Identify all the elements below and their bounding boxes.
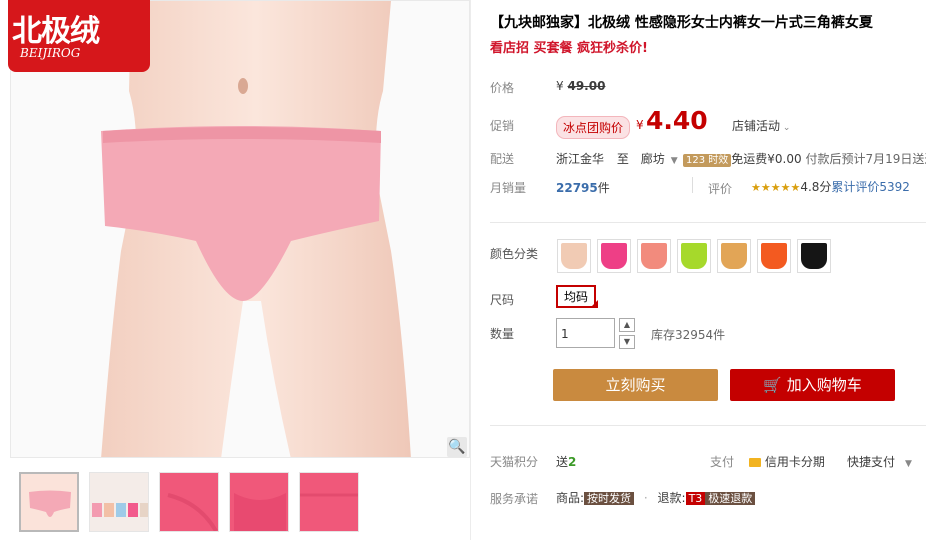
quantity-down-icon[interactable]: ▼ xyxy=(619,335,635,349)
color-swatch[interactable] xyxy=(557,239,591,273)
sale-badge: 冰点团购价 xyxy=(556,116,631,139)
add-to-cart-label: 加入购物车 xyxy=(786,376,862,394)
brand-logo-text: 北极绒 xyxy=(12,14,100,49)
credit-card-icon xyxy=(749,458,761,467)
currency-symbol: ¥ xyxy=(556,79,564,93)
sales-count: 22795 xyxy=(556,181,598,195)
delivery-info: 浙江金华 至 廊坊 ▼ xyxy=(556,150,678,167)
shop-event-dropdown[interactable]: 店铺活动 ⌄ xyxy=(732,117,790,134)
fast-refund-tag[interactable]: 极速退款 xyxy=(705,492,756,505)
sale-label: 促销 xyxy=(490,119,515,133)
delivery-detail: 123 时效 免运费¥0.00 付款后预计7月19日送达 xyxy=(683,150,926,167)
thumbnail-image xyxy=(160,473,218,531)
rating-score: 4.8分 xyxy=(800,180,832,194)
brand-logo-sub: BEIJIROG xyxy=(20,46,81,60)
monthly-sales: 22795件 xyxy=(556,179,610,196)
total-reviews: 累计评价5392 xyxy=(831,180,910,194)
goods-label: 商品: xyxy=(556,491,585,505)
quick-pay-label: 快捷支付 xyxy=(847,455,896,469)
credit-installment[interactable]: 信用卡分期 xyxy=(749,453,825,470)
color-swatch[interactable] xyxy=(677,239,711,273)
swatch-image xyxy=(561,243,587,269)
quick-pay-dropdown[interactable]: 快捷支付 ▼ xyxy=(847,453,912,470)
promo-text: 看店招 买套餐 疯狂秒杀价! xyxy=(490,41,648,56)
points-value: 送2 xyxy=(556,453,576,470)
thumbnail-image xyxy=(230,473,288,531)
section-divider xyxy=(490,425,926,426)
color-label: 颜色分类 xyxy=(490,247,539,261)
thumbnail-2[interactable] xyxy=(89,472,149,532)
review-summary[interactable]: ★★★★★4.8分累计评价5392 xyxy=(751,178,910,195)
thumbnail-1[interactable] xyxy=(19,472,79,532)
color-swatch[interactable] xyxy=(757,239,791,273)
zoom-icon[interactable]: 🔍 xyxy=(447,437,467,457)
thumbnail-3[interactable] xyxy=(159,472,219,532)
ship-to-word: 至 xyxy=(616,152,629,166)
cart-icon: 🛒 xyxy=(763,376,782,394)
color-swatch[interactable] xyxy=(597,239,631,273)
rating-stars: ★★★★★ xyxy=(751,181,801,194)
section-divider xyxy=(490,222,926,223)
product-title: 【九块邮独家】北极绒 性感隐形女士内裤女一片式三角裤女夏 xyxy=(490,15,873,31)
triangle-down-icon[interactable]: ▼ xyxy=(671,156,678,166)
quantity-label: 数量 xyxy=(490,327,515,341)
thumbnail-5[interactable] xyxy=(299,472,359,532)
sales-unit: 件 xyxy=(597,181,610,195)
thumbnail-image xyxy=(21,474,77,530)
points-label: 天猫积分 xyxy=(490,455,539,469)
service-separator: · xyxy=(643,491,648,505)
pay-label: 支付 xyxy=(710,455,735,469)
ship-to-city[interactable]: 廊坊 xyxy=(641,152,665,166)
refund-prefix-tag: T3 xyxy=(685,492,706,505)
chevron-down-icon: ⌄ xyxy=(780,123,791,133)
quantity-input[interactable]: 1 xyxy=(556,318,615,348)
swatch-image xyxy=(801,243,827,269)
swatch-image xyxy=(721,243,747,269)
delivery-time-tag: 123 时效 xyxy=(683,154,732,167)
review-label: 评价 xyxy=(708,182,733,196)
quantity-up-icon[interactable]: ▲ xyxy=(619,318,635,332)
points-text: 送 xyxy=(556,455,569,469)
color-swatch[interactable] xyxy=(637,239,671,273)
stock-text: 库存32954件 xyxy=(651,328,726,342)
swatch-image xyxy=(601,243,627,269)
sale-price: 4.40 xyxy=(646,106,708,135)
sale-currency: ¥ xyxy=(636,118,644,132)
original-price-value: 49.00 xyxy=(567,79,606,93)
triangle-down-icon: ▼ xyxy=(905,459,912,469)
points-amount: 2 xyxy=(568,455,577,469)
color-swatch[interactable] xyxy=(797,239,831,273)
panel-divider xyxy=(470,0,471,540)
delivery-estimate: 付款后预计7月19日送达 xyxy=(805,152,926,166)
thumbnail-image xyxy=(300,473,358,531)
sales-divider xyxy=(692,177,693,193)
size-label: 尺码 xyxy=(490,293,515,307)
sales-label: 月销量 xyxy=(490,181,527,195)
selected-check-icon xyxy=(590,300,598,308)
credit-label: 信用卡分期 xyxy=(764,455,825,469)
ship-from: 浙江金华 xyxy=(556,152,605,166)
thumbnail-image xyxy=(90,473,148,531)
buy-now-button[interactable]: 立刻购买 xyxy=(553,369,718,401)
shipping-fee: 免运费¥0.00 xyxy=(731,152,802,166)
swatch-image xyxy=(681,243,707,269)
add-to-cart-button[interactable]: 🛒 加入购物车 xyxy=(730,369,895,401)
price-label: 价格 xyxy=(490,81,515,95)
refund-label: 退款: xyxy=(657,491,686,505)
on-time-ship-tag[interactable]: 按时发货 xyxy=(584,492,635,505)
swatch-image xyxy=(641,243,667,269)
thumbnail-4[interactable] xyxy=(229,472,289,532)
swatch-image xyxy=(761,243,787,269)
service-goods: 商品: 按时发货 · 退款: T3 极速退款 xyxy=(556,489,756,506)
delivery-label: 配送 xyxy=(490,152,515,166)
original-price: ¥ 49.00 xyxy=(556,79,605,93)
color-swatch[interactable] xyxy=(717,239,751,273)
shop-event-label: 店铺活动 xyxy=(732,119,781,133)
service-label: 服务承诺 xyxy=(490,492,539,506)
